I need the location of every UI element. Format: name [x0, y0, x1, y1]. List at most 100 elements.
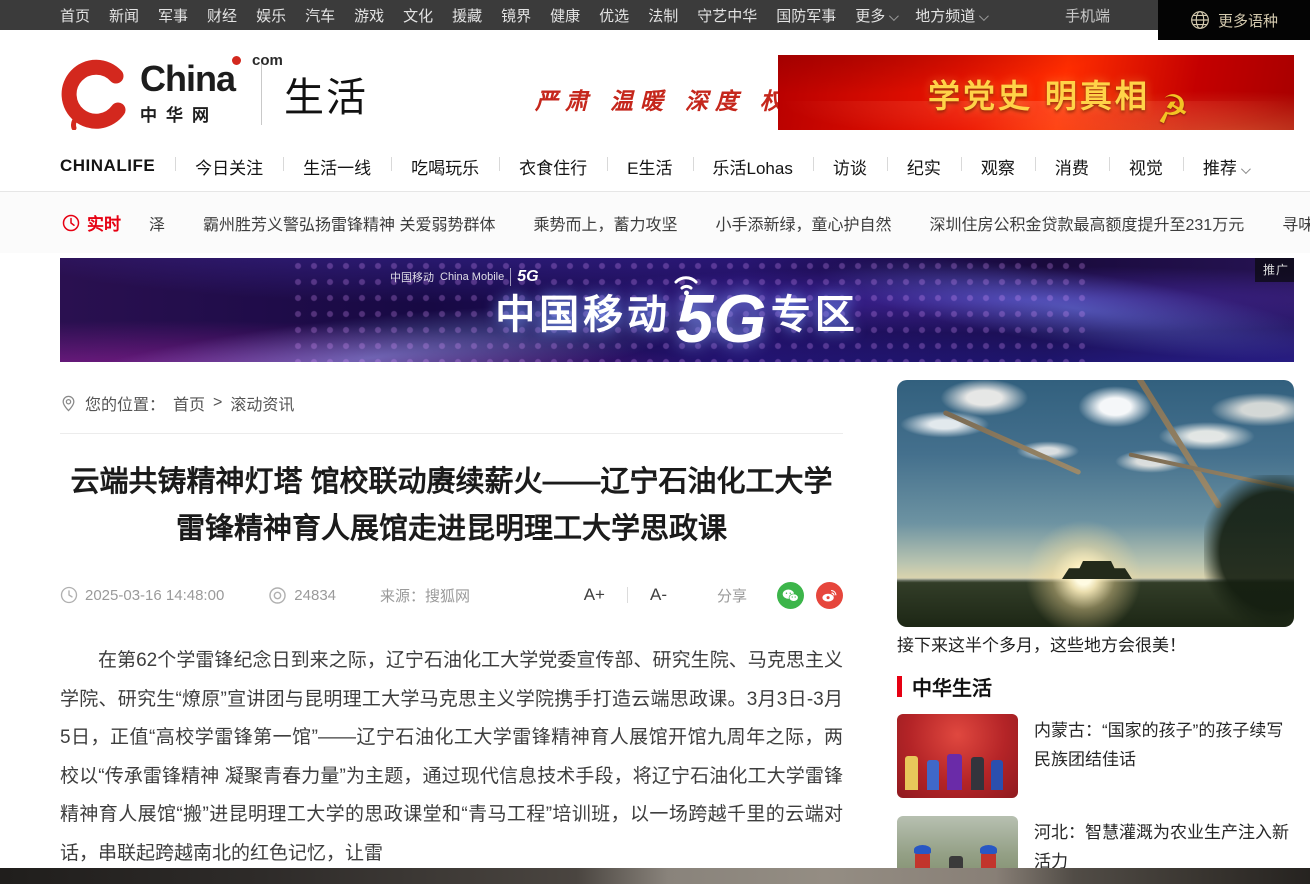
more-languages-label: 更多语种 — [1218, 10, 1278, 31]
thumbnail-figure — [980, 845, 997, 854]
banner-title-suffix: 专区 — [771, 293, 859, 337]
top-nav-entertainment[interactable]: 娱乐 — [256, 5, 286, 26]
wifi-signal-icon — [668, 266, 702, 296]
views-group: 24834 — [268, 586, 336, 605]
subnav-documentary[interactable]: 纪实 — [887, 154, 961, 179]
breadcrumb-separator: > — [213, 394, 222, 412]
party-history-banner[interactable]: 学党史 明真相 ☭ — [778, 55, 1294, 130]
font-size-decrease-button[interactable]: A- — [650, 585, 667, 605]
subnav-e-life[interactable]: E生活 — [607, 154, 692, 179]
ticker-item[interactable]: 小手添新绿，童心护自然 — [715, 211, 891, 235]
promo-tag: 推广 — [1255, 258, 1294, 282]
channel-subnav: CHINALIFE 今日关注 生活一线 吃喝玩乐 衣食住行 E生活 乐活Loha… — [60, 145, 1294, 187]
clock-icon — [62, 214, 80, 232]
top-nav-crafts[interactable]: 守艺中华 — [697, 5, 757, 26]
logo-chinese-text: 中华网 — [140, 101, 235, 126]
ticker-item[interactable]: 泽 — [149, 211, 165, 235]
article-paragraph: 在第62个学雷锋纪念日到来之际，辽宁石油化工大学党委宣传部、研究生院、马克思主义… — [60, 642, 843, 873]
subnav-chinalife[interactable]: CHINALIFE — [60, 156, 175, 176]
logo-text: China com 中华网 — [140, 62, 235, 126]
ticker-item[interactable]: 霸州胜芳义警弘扬雷锋精神 关爱弱势群体 — [203, 211, 495, 235]
party-emblem-icon: ☭ — [1152, 85, 1192, 130]
realtime-label: 实时 — [62, 210, 121, 235]
top-nav-regional-channels[interactable]: 地方频道 — [915, 5, 986, 26]
news-item-title[interactable]: 内蒙古：“国家的孩子”的孩子续写民族团结佳话 — [1034, 714, 1294, 798]
top-nav-news[interactable]: 新闻 — [109, 5, 139, 26]
thumbnail-figure — [914, 845, 931, 854]
top-nav-culture[interactable]: 文化 — [403, 5, 433, 26]
article-title: 云端共铸精神灯塔 馆校联动赓续薪火——辽宁石油化工大学雷锋精神育人展馆走进昆明理… — [60, 459, 843, 553]
font-size-increase-button[interactable]: A+ — [584, 585, 605, 605]
thumbnail-figure — [927, 760, 939, 790]
top-nav-aid-tibet[interactable]: 援藏 — [452, 5, 482, 26]
top-nav-lens[interactable]: 镜界 — [501, 5, 531, 26]
weibo-icon — [821, 588, 838, 603]
divider — [627, 587, 628, 603]
share-wechat-button[interactable] — [777, 582, 804, 609]
banner-headline: 学党史 明真相 — [928, 71, 1150, 117]
realtime-ticker: 实时 泽 霸州胜芳义警弘扬雷锋精神 关爱弱势群体 乘势而上，蓄力攻坚 小手添新绿… — [0, 191, 1310, 253]
subnav-lohas[interactable]: 乐活Lohas — [693, 154, 813, 179]
thumbnail-figure — [971, 757, 984, 790]
chevron-down-icon — [979, 11, 989, 21]
logo-divider — [261, 63, 262, 125]
share-label: 分享 — [717, 585, 747, 606]
subnav-food-fun[interactable]: 吃喝玩乐 — [391, 154, 499, 179]
share-weibo-button[interactable] — [816, 582, 843, 609]
location-pin-icon — [60, 395, 77, 412]
banner-title-cn: 中国移动 — [495, 293, 671, 337]
breadcrumb-label: 您的位置： — [85, 391, 165, 415]
subnav-consumption[interactable]: 消费 — [1035, 154, 1109, 179]
top-nav-auto[interactable]: 汽车 — [305, 5, 335, 26]
article-date: 2025-03-16 14:48:00 — [85, 587, 224, 604]
top-nav-more[interactable]: 更多 — [855, 5, 896, 26]
subnav-life-frontline[interactable]: 生活一线 — [283, 154, 391, 179]
top-nav-finance[interactable]: 财经 — [207, 5, 237, 26]
pagoda-silhouette — [1062, 561, 1132, 579]
wechat-icon — [782, 588, 799, 603]
subnav-observation[interactable]: 观察 — [961, 154, 1035, 179]
sidebar-news-item[interactable]: 内蒙古：“国家的孩子”的孩子续写民族团结佳话 — [897, 714, 1294, 798]
site-logo[interactable]: China com 中华网 生活 — [58, 58, 368, 130]
thumbnail-figure — [991, 760, 1003, 790]
china-mobile-5g-ad-banner[interactable]: 中国移动 China Mobile 5G 中国移动 5G 专区 推广 — [60, 258, 1294, 362]
logo-red-dot-icon — [232, 56, 241, 65]
breadcrumb: 您的位置： 首页 > 滚动资讯 — [60, 391, 294, 415]
chevron-down-icon — [889, 11, 899, 21]
sidebar-featured-caption[interactable]: 接下来这半个多月，这些地方会很美！ — [897, 631, 1294, 656]
top-nav-picks[interactable]: 优选 — [599, 5, 629, 26]
breadcrumb-home-link[interactable]: 首页 — [173, 391, 205, 415]
subnav-interviews[interactable]: 访谈 — [813, 154, 887, 179]
subnav-visual[interactable]: 视觉 — [1109, 154, 1183, 179]
thumbnail-figure — [947, 754, 962, 790]
subnav-clothing-housing[interactable]: 衣食住行 — [499, 154, 607, 179]
more-languages-button[interactable]: 更多语种 — [1158, 0, 1310, 40]
sidebar-featured-image[interactable] — [897, 380, 1294, 627]
divider — [60, 433, 843, 434]
logo-china-text: China — [140, 62, 235, 96]
chevron-down-icon — [1241, 164, 1251, 174]
breadcrumb-current: 滚动资讯 — [230, 391, 294, 415]
meta-actions: A+ A- 分享 — [584, 582, 843, 609]
top-nav-law[interactable]: 法制 — [648, 5, 678, 26]
top-nav-games[interactable]: 游戏 — [354, 5, 384, 26]
views-count: 24834 — [294, 587, 336, 604]
page: 首页 新闻 军事 财经 娱乐 汽车 游戏 文化 援藏 镜界 健康 优选 法制 守… — [0, 0, 1310, 884]
globe-icon — [1190, 10, 1210, 30]
article-meta-bar: 2025-03-16 14:48:00 24834 来源：搜狐网 A+ A- 分… — [60, 580, 843, 610]
subnav-recommend[interactable]: 推荐 — [1183, 154, 1268, 179]
news-thumbnail — [897, 714, 1018, 798]
subnav-today-focus[interactable]: 今日关注 — [175, 154, 283, 179]
views-eye-icon — [268, 586, 287, 605]
bottom-image-strip — [0, 868, 1310, 884]
top-nav-home[interactable]: 首页 — [60, 5, 90, 26]
china-com-brush-logo-icon — [58, 58, 130, 130]
ticker-item[interactable]: 深圳住房公积金贷款最高额度提升至231万元 — [930, 211, 1245, 235]
top-nav-defense[interactable]: 国防军事 — [776, 5, 836, 26]
sidebar-section-header: 中华生活 — [897, 672, 992, 701]
top-nav-military[interactable]: 军事 — [158, 5, 188, 26]
ticker-item[interactable]: 寻味衢州：美 — [1282, 211, 1310, 235]
ticker-item[interactable]: 乘势而上，蓄力攻坚 — [533, 211, 677, 235]
top-nav-health[interactable]: 健康 — [550, 5, 580, 26]
mobile-version-link[interactable]: 手机端 — [1065, 0, 1110, 30]
